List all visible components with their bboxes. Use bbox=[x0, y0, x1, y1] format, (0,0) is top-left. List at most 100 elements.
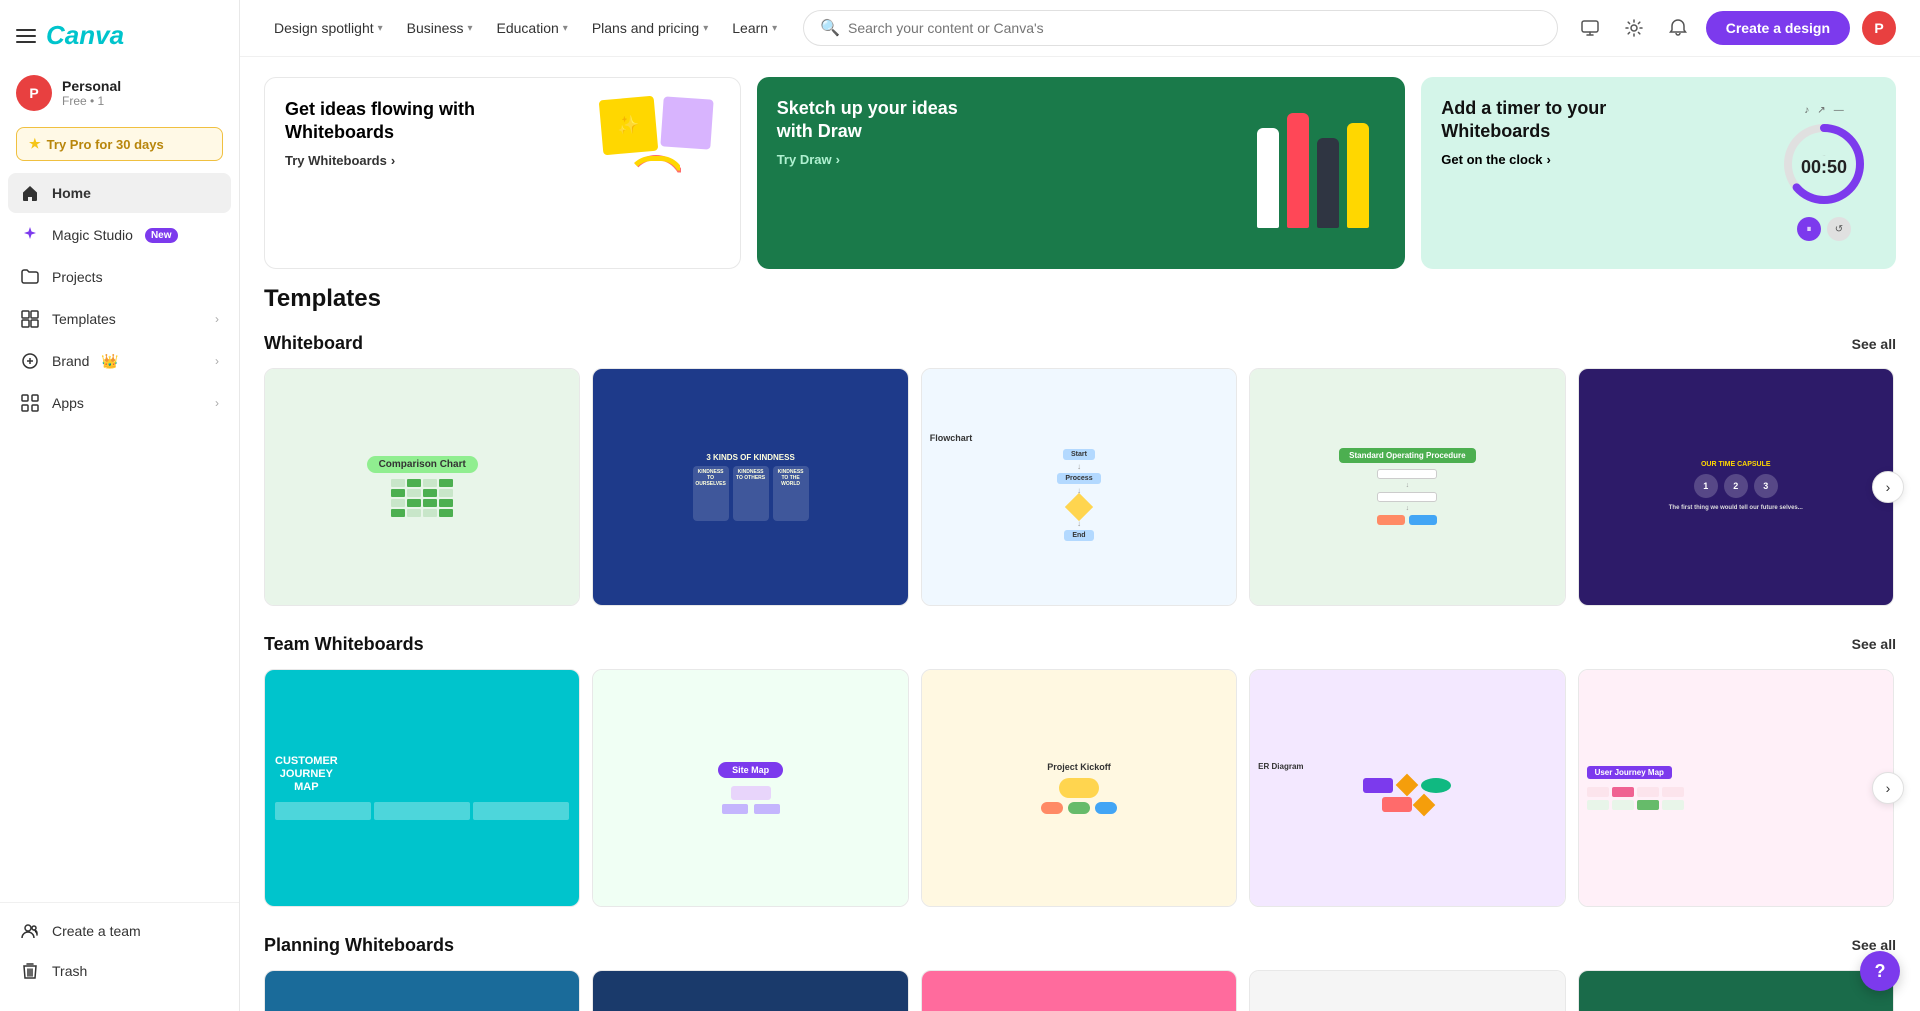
trash-icon bbox=[20, 961, 40, 981]
folder-icon bbox=[20, 267, 40, 287]
card-thumbnail: OUR TIME CAPSULE 1 2 3 The first thing w… bbox=[1579, 369, 1893, 605]
sidebar-item-create-team[interactable]: Create a team bbox=[8, 911, 231, 951]
create-design-button[interactable]: Create a design bbox=[1706, 11, 1850, 45]
sidebar: Canva P Personal Free • 1 ★ Try Pro for … bbox=[0, 0, 240, 1011]
arrow-icon: › bbox=[1546, 152, 1550, 167]
sidebar-item-magic-studio[interactable]: Magic Studio New bbox=[8, 215, 231, 255]
promo-whiteboards[interactable]: Get ideas flowing with Whiteboards Try W… bbox=[264, 77, 741, 269]
template-workflow[interactable]: Workflow Diagram bbox=[264, 970, 580, 1011]
template-client-meeting[interactable]: Client Meeting bbox=[1578, 970, 1894, 1011]
promo-link[interactable]: Try Whiteboards › bbox=[285, 153, 485, 168]
sidebar-item-label: Projects bbox=[52, 269, 103, 285]
promo-link[interactable]: Try Draw › bbox=[777, 152, 977, 167]
card-thumbnail: CUSTOMERJOURNEYMAP bbox=[265, 670, 579, 906]
template-flowchart[interactable]: Flowchart Start ↓ Process ↓ ↓ End bbox=[921, 368, 1237, 606]
card-thumbnail: Standard Operating Procedure ↓ ↓ bbox=[1250, 369, 1564, 605]
canva-logo: Canva bbox=[46, 20, 124, 51]
caret-icon: ▾ bbox=[378, 23, 383, 34]
card-thumbnail: Marketing Roadmap bbox=[922, 971, 1236, 1011]
search-input[interactable] bbox=[848, 20, 1541, 36]
sidebar-item-label: Templates bbox=[52, 311, 116, 327]
caret-icon: ▾ bbox=[772, 23, 777, 34]
sidebar-item-templates[interactable]: Templates › bbox=[8, 299, 231, 339]
search-icon: 🔍 bbox=[820, 18, 840, 38]
template-time-capsule[interactable]: OUR TIME CAPSULE 1 2 3 The first thing w… bbox=[1578, 368, 1894, 606]
monitor-icon[interactable] bbox=[1574, 12, 1606, 44]
see-all-team[interactable]: See all bbox=[1852, 636, 1896, 652]
see-all-planning[interactable]: See all bbox=[1852, 937, 1896, 953]
card-thumbnail: User Journey Map bbox=[1579, 670, 1893, 906]
nav-plans[interactable]: Plans and pricing ▾ bbox=[582, 14, 718, 42]
card-thumbnail: Project Kickoff bbox=[922, 670, 1236, 906]
top-nav-links: Design spotlight ▾ Business ▾ Education … bbox=[264, 14, 787, 42]
apps-icon bbox=[20, 393, 40, 413]
card-thumbnail: Client Meeting bbox=[1579, 971, 1893, 1011]
template-project-kickoff[interactable]: Project Kickoff bbox=[921, 669, 1237, 907]
planning-cards-row: Workflow Diagram Synoptic Table bbox=[264, 970, 1896, 1011]
nav-learn[interactable]: Learn ▾ bbox=[722, 14, 787, 42]
template-sop[interactable]: Standard Operating Procedure ↓ ↓ bbox=[1249, 368, 1565, 606]
magic-icon bbox=[20, 225, 40, 245]
comparison-table bbox=[391, 479, 453, 517]
try-pro-button[interactable]: ★ Try Pro for 30 days bbox=[16, 127, 223, 161]
template-sitemap[interactable]: Site Map bbox=[592, 669, 908, 907]
promo-banners: Get ideas flowing with Whiteboards Try W… bbox=[240, 57, 1920, 285]
sidebar-item-label: Create a team bbox=[52, 923, 141, 939]
template-marketing-roadmap[interactable]: Marketing Roadmap bbox=[921, 970, 1237, 1011]
template-synoptic[interactable]: Synoptic Table bbox=[592, 970, 908, 1011]
chevron-right-icon: › bbox=[215, 354, 219, 368]
top-nav: Design spotlight ▾ Business ▾ Education … bbox=[240, 0, 1920, 57]
template-user-journey[interactable]: User Journey Map bbox=[1578, 669, 1894, 907]
sidebar-item-brand[interactable]: Brand 👑 › bbox=[8, 341, 231, 381]
user-profile[interactable]: P Personal Free • 1 bbox=[0, 67, 239, 119]
profile-name: Personal bbox=[62, 78, 121, 94]
sidebar-item-home[interactable]: Home bbox=[8, 173, 231, 213]
card-thumbnail: Project Scope bbox=[1250, 971, 1564, 1011]
timer-reset-button[interactable]: ↺ bbox=[1827, 217, 1851, 241]
promo-link[interactable]: Get on the clock › bbox=[1441, 152, 1641, 167]
template-kindness[interactable]: 3 KINDS OF KINDNESS KINDNESS TO OURSELVE… bbox=[592, 368, 908, 606]
search-bar[interactable]: 🔍 bbox=[803, 10, 1558, 46]
caret-icon: ▾ bbox=[563, 23, 568, 34]
sidebar-item-apps[interactable]: Apps › bbox=[8, 383, 231, 423]
template-icon bbox=[20, 309, 40, 329]
subsection-title: Planning Whiteboards bbox=[264, 935, 454, 956]
sidebar-item-trash[interactable]: Trash bbox=[8, 951, 231, 991]
nav-design-spotlight[interactable]: Design spotlight ▾ bbox=[264, 14, 393, 42]
nav-business[interactable]: Business ▾ bbox=[397, 14, 483, 42]
arrow-icon: › bbox=[836, 152, 840, 167]
promo-draw[interactable]: Sketch up your ideas with Draw Try Draw … bbox=[757, 77, 1406, 269]
card-thumbnail: Comparison Chart bbox=[265, 369, 579, 605]
subsection-planning: Planning Whiteboards See all Workflow Di… bbox=[264, 935, 1896, 1011]
user-avatar[interactable]: P bbox=[1862, 11, 1896, 45]
promo-timer[interactable]: Add a timer to your Whiteboards Get on t… bbox=[1421, 77, 1896, 269]
subsection-header: Planning Whiteboards See all bbox=[264, 935, 1896, 956]
template-project-scope[interactable]: Project Scope bbox=[1249, 970, 1565, 1011]
team-cards-row: CUSTOMERJOURNEYMAP Site Map bbox=[264, 669, 1896, 907]
timer-pause-button[interactable]: ⏸ bbox=[1797, 217, 1821, 241]
subsection-title: Whiteboard bbox=[264, 333, 363, 354]
sidebar-item-label: Brand bbox=[52, 353, 89, 369]
settings-icon[interactable] bbox=[1618, 12, 1650, 44]
notifications-icon[interactable] bbox=[1662, 12, 1694, 44]
comparison-label: Comparison Chart bbox=[367, 456, 478, 473]
nav-education[interactable]: Education ▾ bbox=[487, 14, 578, 42]
template-comparison-chart[interactable]: Comparison Chart bbox=[264, 368, 580, 606]
template-customer-journey[interactable]: CUSTOMERJOURNEYMAP bbox=[264, 669, 580, 907]
brand-icon bbox=[20, 351, 40, 371]
whiteboard-cards-row: Comparison Chart bbox=[264, 368, 1896, 606]
help-button[interactable]: ? bbox=[1860, 951, 1900, 991]
scroll-right-team[interactable]: › bbox=[1872, 772, 1904, 804]
subsection-title: Team Whiteboards bbox=[264, 634, 424, 655]
card-thumbnail: Flowchart Start ↓ Process ↓ ↓ End bbox=[922, 369, 1236, 605]
sidebar-item-projects[interactable]: Projects bbox=[8, 257, 231, 297]
subsection-team-whiteboards: Team Whiteboards See all CUSTOMERJOURNEY… bbox=[264, 634, 1896, 907]
hamburger-menu[interactable] bbox=[16, 29, 36, 43]
see-all-whiteboard[interactable]: See all bbox=[1852, 336, 1896, 352]
crown-icon: 👑 bbox=[101, 353, 118, 370]
scroll-right-whiteboard[interactable]: › bbox=[1872, 471, 1904, 503]
template-er-diagram[interactable]: ER Diagram bbox=[1249, 669, 1565, 907]
sidebar-item-label: Trash bbox=[52, 963, 87, 979]
sidebar-bottom: Create a team Trash bbox=[0, 902, 239, 999]
sidebar-item-label: Apps bbox=[52, 395, 84, 411]
